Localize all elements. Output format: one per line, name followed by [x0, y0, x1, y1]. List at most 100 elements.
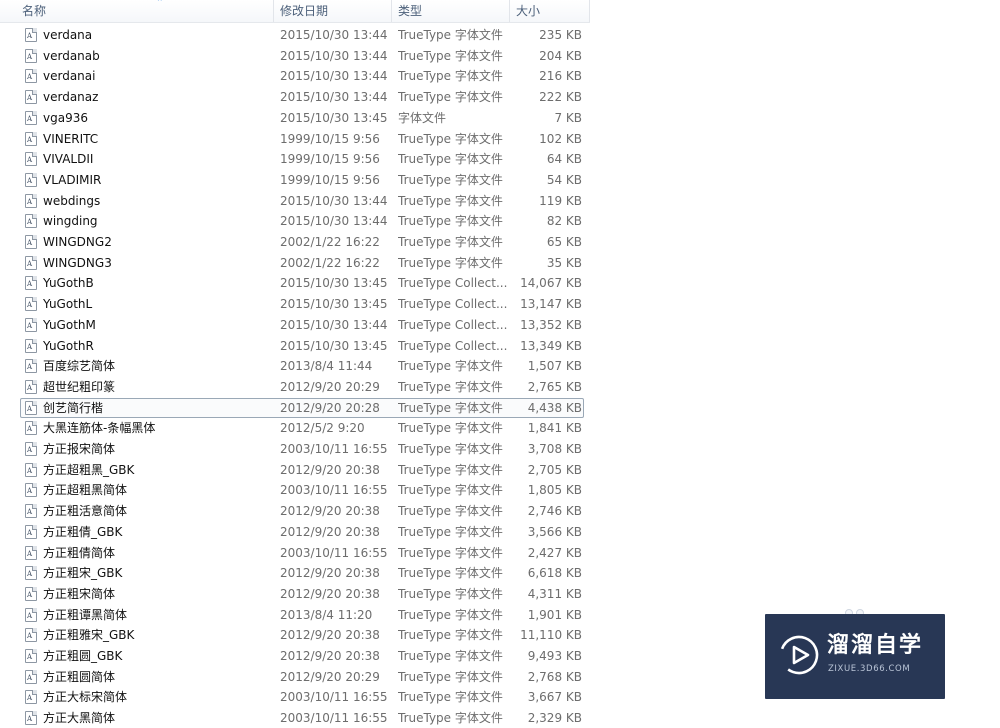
column-header-bar: 名称 ⌃ 修改日期 类型 大小 [0, 0, 590, 23]
file-date: 1999/10/15 9:56 [280, 172, 380, 187]
font-file-icon [25, 152, 37, 167]
file-row[interactable]: wingding 2015/10/30 13:44 TrueType 字体文件 82 … [20, 211, 584, 231]
file-size: 1,507 KB [527, 359, 582, 374]
file-name: 方正粗宋简体 [43, 586, 116, 601]
file-row[interactable]: WINGDNG2 2002/1/22 16:22 TrueType 字体文件 65 K… [20, 232, 584, 252]
column-header-date[interactable]: 修改日期 [274, 0, 392, 22]
file-name: WINGDNG2 [43, 235, 112, 249]
file-row[interactable]: 方正粗圆简体 2012/9/20 20:29 TrueType 字体文件 2,768 … [20, 667, 584, 687]
file-row[interactable]: 方正粗宋简体 2012/9/20 20:38 TrueType 字体文件 4,311 … [20, 584, 584, 604]
file-size: 2,768 KB [527, 669, 582, 684]
file-size: 102 KB [539, 131, 582, 146]
file-name: verdanab [43, 48, 100, 63]
file-row[interactable]: YuGothR 2015/10/30 13:45 TrueType Collect.… [20, 336, 584, 356]
file-type: TrueType Collect... [398, 338, 508, 353]
file-size: 2,746 KB [527, 504, 582, 519]
file-row[interactable]: 方正粗谭黑简体 2013/8/4 11:20 TrueType 字体文件 1,901 … [20, 605, 584, 625]
file-row[interactable]: 大黑连筋体-条幅黑体 2012/5/2 9:20 TrueType 字体文件 1,84… [20, 418, 584, 438]
file-row[interactable]: 方正超粗黑_GBK 2012/9/20 20:38 TrueType 字体文件 2,7… [20, 460, 584, 480]
font-file-icon [25, 235, 37, 249]
file-type: TrueType Collect... [398, 276, 508, 291]
file-row[interactable]: 方正粗雅宋_GBK 2012/9/20 20:38 TrueType 字体文件 11,… [20, 625, 584, 645]
file-type: TrueType 字体文件 [398, 90, 503, 105]
column-header-size[interactable]: 大小 [510, 0, 590, 22]
file-date: 2003/10/11 16:55 [280, 483, 388, 498]
watermark-url: ZIXUE.3D66.COM [828, 664, 911, 674]
font-file-icon [25, 110, 37, 125]
file-type: TrueType 字体文件 [398, 255, 503, 270]
file-type: TrueType 字体文件 [398, 690, 503, 705]
file-name: YuGothR [43, 338, 94, 353]
font-file-icon [25, 586, 37, 601]
font-file-icon [25, 172, 37, 187]
file-type: TrueType 字体文件 [398, 669, 503, 684]
file-name: 方正粗圆简体 [43, 669, 116, 684]
file-row[interactable]: 方正大标宋简体 2003/10/11 16:55 TrueType 字体文件 3,66… [20, 687, 584, 707]
file-name: YuGothM [43, 317, 96, 332]
file-date: 2015/10/30 13:45 [280, 338, 388, 353]
file-row[interactable]: 方正粗圆_GBK 2012/9/20 20:38 TrueType 字体文件 9,49… [20, 646, 584, 666]
file-row[interactable]: 方正粗倩简体 2003/10/11 16:55 TrueType 字体文件 2,427… [20, 543, 584, 563]
file-row[interactable]: 超世纪粗印篆 2012/9/20 20:29 TrueType 字体文件 2,765 … [20, 377, 584, 397]
file-row[interactable]: YuGothB 2015/10/30 13:45 TrueType Collect.… [20, 273, 584, 293]
file-row[interactable]: 创艺简行楷 2012/9/20 20:28 TrueType 字体文件 4,438 K… [20, 397, 584, 418]
file-type: TrueType 字体文件 [398, 586, 503, 601]
file-name: 百度综艺简体 [43, 359, 116, 374]
file-type: TrueType 字体文件 [398, 504, 503, 519]
file-size: 13,352 KB [520, 317, 582, 332]
file-size: 222 KB [539, 90, 582, 105]
file-name: WINGDNG3 [43, 255, 112, 270]
file-row[interactable]: VINERITC 1999/10/15 9:56 TrueType 字体文件 102 … [20, 129, 584, 149]
file-size: 11,110 KB [520, 628, 582, 643]
file-type: TrueType 字体文件 [398, 545, 503, 560]
file-name: 方正粗雅宋_GBK [43, 628, 135, 643]
file-type: TrueType 字体文件 [398, 152, 503, 167]
file-row[interactable]: verdanaz 2015/10/30 13:44 TrueType 字体文件 222… [20, 87, 584, 107]
file-row[interactable]: verdanai 2015/10/30 13:44 TrueType 字体文件 216… [20, 66, 584, 86]
font-file-icon [25, 628, 37, 643]
font-file-icon [25, 276, 37, 291]
file-row[interactable]: VLADIMIR 1999/10/15 9:56 TrueType 字体文件 54 K… [20, 170, 584, 190]
file-row[interactable]: 百度综艺简体 2013/8/4 11:44 TrueType 字体文件 1,507 K… [20, 356, 584, 376]
column-header-type[interactable]: 类型 [392, 0, 510, 22]
file-explorer-window: verdana 2015/10/30 13:44 TrueType 字体文件 235 … [0, 0, 1000, 726]
file-name: vga936 [43, 110, 88, 125]
file-size: 3,708 KB [527, 442, 582, 456]
file-date: 2003/10/11 16:55 [280, 711, 388, 726]
font-file-icon [25, 442, 37, 456]
file-date: 2012/9/20 20:38 [280, 566, 380, 581]
file-type: TrueType 字体文件 [398, 566, 503, 581]
file-name: 方正大标宋简体 [43, 690, 128, 705]
file-date: 2015/10/30 13:45 [280, 110, 388, 125]
file-type: TrueType 字体文件 [398, 359, 503, 374]
file-name: 超世纪粗印篆 [43, 379, 116, 394]
file-row[interactable]: verdana 2015/10/30 13:44 TrueType 字体文件 235 … [20, 25, 584, 45]
column-header-date-label: 修改日期 [280, 4, 329, 18]
file-type: TrueType 字体文件 [398, 214, 503, 229]
file-size: 64 KB [546, 152, 582, 167]
file-date: 2015/10/30 13:44 [280, 48, 388, 63]
file-size: 6,618 KB [527, 566, 582, 581]
file-row[interactable]: vga936 2015/10/30 13:45 字体文件 7 KB [20, 108, 584, 128]
font-file-icon [25, 338, 37, 353]
file-row[interactable]: 方正大黑简体 2003/10/11 16:55 TrueType 字体文件 2,329… [20, 708, 584, 728]
file-row[interactable]: VIVALDII 1999/10/15 9:56 TrueType 字体文件 64 K… [20, 149, 584, 169]
file-size: 4,438 KB [527, 400, 582, 415]
file-type: TrueType 字体文件 [398, 48, 503, 63]
file-row[interactable]: verdanab 2015/10/30 13:44 TrueType 字体文件 204… [20, 46, 584, 66]
file-row[interactable]: 方正粗倩_GBK 2012/9/20 20:38 TrueType 字体文件 3,56… [20, 522, 584, 542]
font-file-icon [25, 566, 37, 581]
file-row[interactable]: YuGothL 2015/10/30 13:45 TrueType Collect.… [20, 294, 584, 314]
file-size: 2,705 KB [527, 462, 582, 477]
file-row[interactable]: 方正报宋简体 2003/10/11 16:55 TrueType 字体文件 3,708… [20, 439, 584, 459]
file-date: 2013/8/4 11:20 [280, 607, 373, 622]
file-name: verdanai [43, 69, 96, 84]
file-list[interactable]: verdana 2015/10/30 13:44 TrueType 字体文件 235 … [0, 0, 600, 726]
file-row[interactable]: 方正超粗黑简体 2003/10/11 16:55 TrueType 字体文件 1,80… [20, 480, 584, 500]
file-row[interactable]: 方正粗活意简体 2012/9/20 20:38 TrueType 字体文件 2,746… [20, 501, 584, 521]
column-header-name[interactable]: 名称 ⌃ [16, 0, 274, 22]
file-row[interactable]: WINGDNG3 2002/1/22 16:22 TrueType 字体文件 35 K… [20, 253, 584, 273]
file-row[interactable]: 方正粗宋_GBK 2012/9/20 20:38 TrueType 字体文件 6,61… [20, 563, 584, 583]
file-row[interactable]: YuGothM 2015/10/30 13:44 TrueType Collect.… [20, 315, 584, 335]
file-row[interactable]: webdings 2015/10/30 13:44 TrueType 字体文件 119… [20, 191, 584, 211]
